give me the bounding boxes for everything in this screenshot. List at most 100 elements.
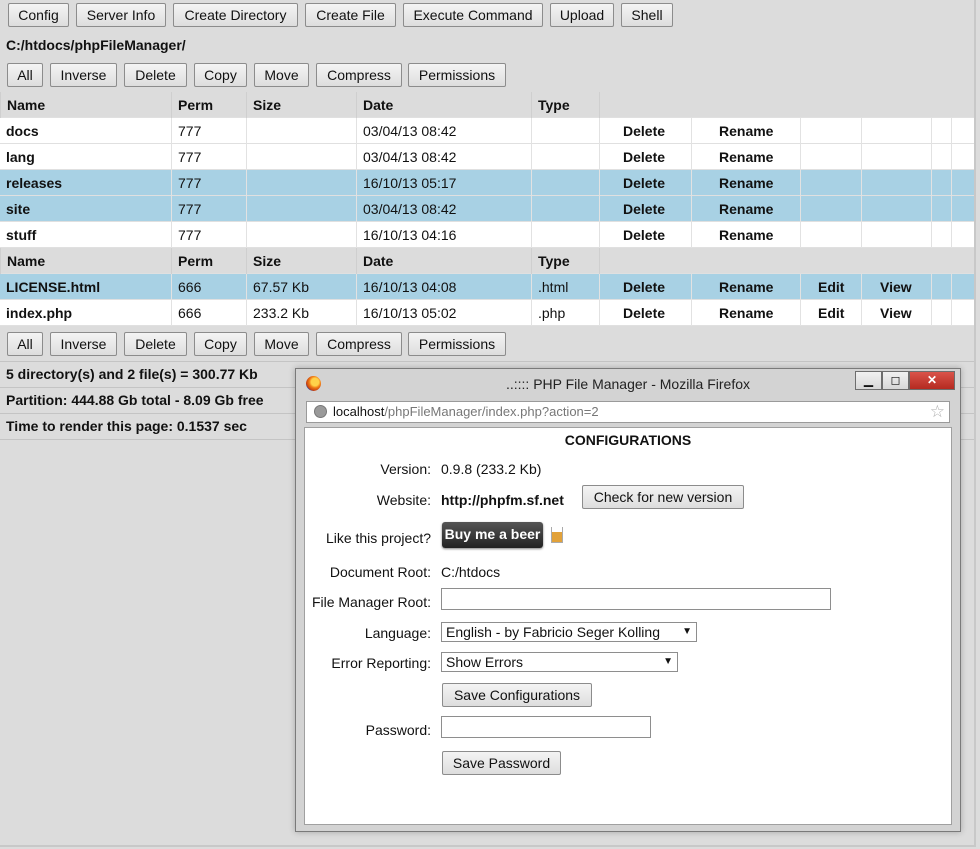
empty-cell xyxy=(951,274,974,300)
type-cell xyxy=(531,222,599,248)
select-all-button[interactable]: All xyxy=(7,332,43,356)
create-file-button[interactable]: Create File xyxy=(305,3,396,27)
select-all-button[interactable]: All xyxy=(7,63,43,87)
date-cell: 03/04/13 08:42 xyxy=(356,118,531,144)
upload-button[interactable]: Upload xyxy=(550,3,614,27)
password-input[interactable] xyxy=(441,716,651,738)
directory-name[interactable]: site xyxy=(0,196,171,222)
type-column-header[interactable]: Type xyxy=(531,92,599,118)
table-row-selected[interactable]: site 777 03/04/13 08:42 Delete Rename xyxy=(0,196,974,222)
delete-link[interactable]: Delete xyxy=(599,144,691,170)
website-label: Website: xyxy=(376,492,431,508)
minimize-icon[interactable]: ▁ xyxy=(855,371,882,390)
directory-name[interactable]: releases xyxy=(0,170,171,196)
perm-cell[interactable]: 777 xyxy=(171,144,246,170)
check-version-button[interactable]: Check for new version xyxy=(582,485,744,509)
name-column-header[interactable]: Name xyxy=(0,92,171,118)
header-spacer xyxy=(599,248,974,274)
file-name[interactable]: LICENSE.html xyxy=(0,274,171,300)
size-column-header[interactable]: Size xyxy=(246,248,356,274)
perm-column-header[interactable]: Perm xyxy=(171,248,246,274)
copy-selected-button[interactable]: Copy xyxy=(194,332,247,356)
like-label: Like this project? xyxy=(325,530,431,546)
rename-link[interactable]: Rename xyxy=(691,170,800,196)
table-row[interactable]: docs 777 03/04/13 08:42 Delete Rename xyxy=(0,118,974,144)
delete-selected-button[interactable]: Delete xyxy=(124,63,187,87)
view-link[interactable]: View xyxy=(861,300,931,326)
shell-button[interactable]: Shell xyxy=(621,3,673,27)
perm-cell[interactable]: 666 xyxy=(171,274,246,300)
inverse-selection-button[interactable]: Inverse xyxy=(50,63,117,87)
execute-command-button[interactable]: Execute Command xyxy=(403,3,543,27)
copy-selected-button[interactable]: Copy xyxy=(194,63,247,87)
date-cell: 16/10/13 05:17 xyxy=(356,170,531,196)
empty-cell xyxy=(931,222,951,248)
delete-link[interactable]: Delete xyxy=(599,300,691,326)
inverse-selection-button[interactable]: Inverse xyxy=(50,332,117,356)
save-configurations-button[interactable]: Save Configurations xyxy=(442,683,592,707)
directory-name[interactable]: lang xyxy=(0,144,171,170)
fm-root-input[interactable] xyxy=(441,588,831,610)
error-reporting-select[interactable]: Show Errors ▼ xyxy=(441,652,678,672)
file-name[interactable]: index.php xyxy=(0,300,171,326)
save-password-button[interactable]: Save Password xyxy=(442,751,561,775)
bookmark-star-icon[interactable]: ☆ xyxy=(930,402,945,422)
compress-selected-button[interactable]: Compress xyxy=(316,63,402,87)
config-popup-window[interactable]: ..:::: PHP File Manager - Mozilla Firefo… xyxy=(295,368,961,832)
language-select[interactable]: English - by Fabricio Seger Kolling ▼ xyxy=(441,622,697,642)
delete-link[interactable]: Delete xyxy=(599,196,691,222)
create-directory-button[interactable]: Create Directory xyxy=(173,3,298,27)
file-header-row: Name Perm Size Date Type xyxy=(0,248,974,274)
date-cell: 16/10/13 04:16 xyxy=(356,222,531,248)
move-selected-button[interactable]: Move xyxy=(254,63,309,87)
view-link[interactable]: View xyxy=(861,274,931,300)
move-selected-button[interactable]: Move xyxy=(254,332,309,356)
edit-link[interactable]: Edit xyxy=(800,300,861,326)
table-row[interactable]: lang 777 03/04/13 08:42 Delete Rename xyxy=(0,144,974,170)
close-icon[interactable]: ✕ xyxy=(909,371,955,390)
date-column-header[interactable]: Date xyxy=(356,92,531,118)
delete-selected-button[interactable]: Delete xyxy=(124,332,187,356)
config-button[interactable]: Config xyxy=(8,3,69,27)
empty-cell xyxy=(951,170,974,196)
table-row[interactable]: stuff 777 16/10/13 04:16 Delete Rename xyxy=(0,222,974,248)
empty-cell xyxy=(800,222,861,248)
perm-cell[interactable]: 777 xyxy=(171,196,246,222)
maximize-icon[interactable]: ◻ xyxy=(882,371,909,390)
directory-name[interactable]: docs xyxy=(0,118,171,144)
buy-beer-button[interactable]: Buy me a beer xyxy=(442,522,543,548)
perm-cell[interactable]: 777 xyxy=(171,118,246,144)
rename-link[interactable]: Rename xyxy=(691,274,800,300)
current-path: C:/htdocs/phpFileManager/ xyxy=(6,37,186,53)
date-column-header[interactable]: Date xyxy=(356,248,531,274)
rename-link[interactable]: Rename xyxy=(691,196,800,222)
table-row[interactable]: index.php 666 233.2 Kb 16/10/13 05:02 .p… xyxy=(0,300,974,326)
empty-cell xyxy=(951,222,974,248)
permissions-button[interactable]: Permissions xyxy=(408,63,506,87)
empty-cell xyxy=(861,170,931,196)
size-column-header[interactable]: Size xyxy=(246,92,356,118)
url-bar[interactable]: localhost/phpFileManager/index.php?actio… xyxy=(306,401,950,423)
delete-link[interactable]: Delete xyxy=(599,222,691,248)
website-link[interactable]: http://phpfm.sf.net xyxy=(441,492,564,508)
server-info-button[interactable]: Server Info xyxy=(76,3,166,27)
table-row-selected[interactable]: releases 777 16/10/13 05:17 Delete Renam… xyxy=(0,170,974,196)
name-column-header[interactable]: Name xyxy=(0,248,171,274)
rename-link[interactable]: Rename xyxy=(691,300,800,326)
permissions-button[interactable]: Permissions xyxy=(408,332,506,356)
edit-link[interactable]: Edit xyxy=(800,274,861,300)
type-column-header[interactable]: Type xyxy=(531,248,599,274)
perm-cell[interactable]: 666 xyxy=(171,300,246,326)
perm-cell[interactable]: 777 xyxy=(171,222,246,248)
rename-link[interactable]: Rename xyxy=(691,118,800,144)
rename-link[interactable]: Rename xyxy=(691,144,800,170)
directory-name[interactable]: stuff xyxy=(0,222,171,248)
rename-link[interactable]: Rename xyxy=(691,222,800,248)
table-row-selected[interactable]: LICENSE.html 666 67.57 Kb 16/10/13 04:08… xyxy=(0,274,974,300)
perm-column-header[interactable]: Perm xyxy=(171,92,246,118)
compress-selected-button[interactable]: Compress xyxy=(316,332,402,356)
delete-link[interactable]: Delete xyxy=(599,170,691,196)
delete-link[interactable]: Delete xyxy=(599,274,691,300)
perm-cell[interactable]: 777 xyxy=(171,170,246,196)
delete-link[interactable]: Delete xyxy=(599,118,691,144)
